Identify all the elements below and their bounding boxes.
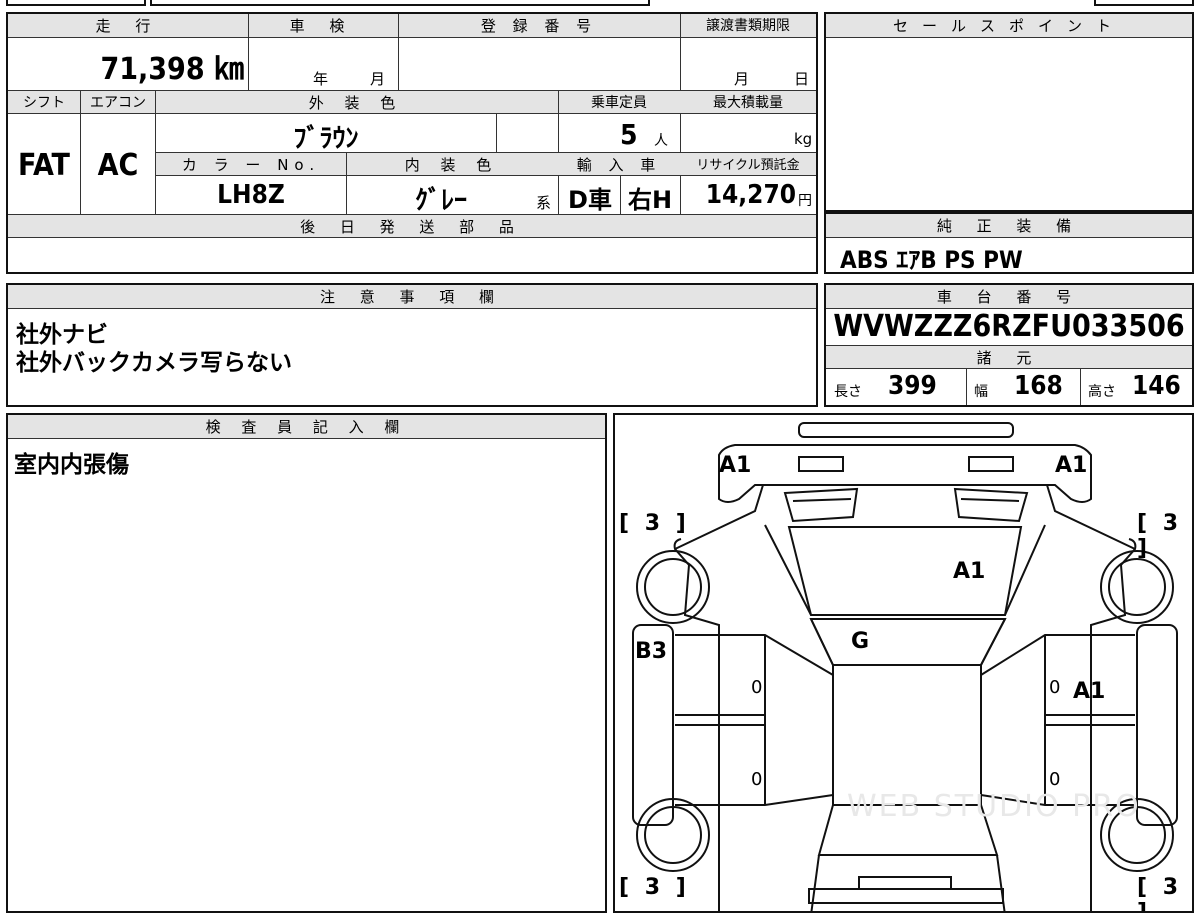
length-value: 399 [888, 371, 937, 401]
tire-rl-value: 3 [644, 875, 665, 900]
notes-block: 注 意 事 項 欄 社外ナビ 社外バックカメラ写らない [6, 283, 818, 407]
tire-fl-value: 3 [644, 511, 665, 536]
shift-value: FAT [18, 148, 70, 183]
inspector-text: 室内内張傷 [14, 452, 129, 478]
vehicle-info-block: 走 行 車 検 登 録 番 号 譲渡書類期限 71,398 ㎞ 年 月 月 日 … [6, 12, 818, 274]
import-value: D車 [568, 186, 612, 214]
mileage-label: 走 行 [95, 17, 161, 35]
width-label: 幅 [974, 384, 988, 400]
capacity-value: 5 [620, 118, 638, 151]
transfer-deadline-label: 譲渡書類期限 [706, 18, 790, 34]
watermark: WEB STUDIO PRO [847, 789, 1141, 824]
damage-front-right: A1 [1055, 453, 1088, 478]
damage-hood: A1 [953, 559, 986, 584]
damage-left-rocker: B3 [635, 639, 668, 664]
recycle-label: リサイクル預託金 [696, 158, 800, 173]
notes-label: 注 意 事 項 欄 [319, 288, 505, 306]
recycle-value: 14,270 [705, 180, 796, 210]
inspector-block: 検 査 員 記 入 欄 室内内張傷 [6, 413, 607, 913]
equipment-label: 純 正 装 備 [936, 217, 1082, 235]
capacity-label: 乗車定員 [591, 95, 647, 111]
tire-rr-value: 3 [1162, 875, 1183, 900]
later-parts-label: 後 日 発 送 部 品 [300, 218, 524, 236]
exterior-color-value: ﾌﾞﾗｳﾝ [293, 124, 359, 154]
registration-label: 登 録 番 号 [480, 17, 598, 35]
chassis-number: WVWZZZ6RZFU033506 [833, 309, 1185, 344]
interior-color-label: 内 装 色 [404, 156, 500, 174]
door-rr-mark: 0 [1049, 769, 1061, 790]
damage-front-left: A1 [719, 453, 752, 478]
top-strip-cell [1094, 0, 1194, 6]
max-load-label: 最大積載量 [713, 95, 783, 111]
door-fr-mark: 0 [1049, 677, 1061, 698]
capacity-unit: 人 [654, 133, 668, 149]
recycle-unit: 円 [798, 193, 812, 209]
car-diagram [632, 422, 1178, 911]
notes-line-2: 社外バックカメラ写らない [16, 350, 292, 376]
transfer-month: 月 [734, 70, 750, 88]
handle-value: 右H [627, 186, 673, 214]
interior-color-value: ｸﾞﾚｰ [414, 186, 467, 216]
height-value: 146 [1132, 371, 1181, 401]
shift-label: シフト [23, 95, 65, 111]
ac-value: AC [97, 148, 139, 183]
door-fl-mark: 0 [751, 677, 763, 698]
shaken-month: 月 [370, 70, 386, 88]
tire-fr-rating: [ 3 ] [1137, 511, 1183, 561]
inspector-label: 検 査 員 記 入 欄 [205, 418, 408, 436]
mileage-value: 71,398 ㎞ [100, 52, 244, 87]
top-strip-cell [150, 0, 650, 6]
color-no-value: LH8Z [217, 180, 285, 210]
damage-windshield: G [851, 629, 870, 654]
spec-label: 諸 元 [976, 349, 1042, 367]
chassis-block: 車 台 番 号 WVWZZZ6RZFU033506 諸 元 長さ 399 幅 1… [824, 283, 1194, 407]
tire-rr-rating: [ 3 ] [1137, 875, 1183, 913]
max-load-unit: kg [794, 130, 813, 148]
height-label: 高さ [1088, 384, 1116, 400]
equipment-value: ABS ｴｱB PS PW [840, 246, 1023, 274]
transfer-day: 日 [794, 70, 810, 88]
tire-fl-rating: [ 3 ] [619, 511, 690, 536]
door-rl-mark: 0 [751, 769, 763, 790]
exterior-color-label: 外 装 色 [308, 94, 404, 112]
sale-point-block: セールスポイント [824, 12, 1194, 212]
tire-rl-rating: [ 3 ] [619, 875, 690, 900]
sale-point-label: セールスポイント [892, 17, 1125, 35]
top-strip-cell [6, 0, 146, 6]
shaken-year: 年 [313, 70, 329, 88]
interior-color-suffix: 系 [536, 194, 552, 212]
shaken-label: 車 検 [289, 17, 355, 35]
car-diagram-block: A1 A1 A1 G B3 A1 0 0 0 0 [ 3 ] [ 3 ] [ 3… [613, 413, 1194, 913]
chassis-label: 車 台 番 号 [936, 288, 1082, 306]
equipment-block: 純 正 装 備 ABS ｴｱB PS PW [824, 212, 1194, 274]
ac-label: エアコン [90, 95, 146, 111]
damage-right-door: A1 [1073, 679, 1106, 704]
import-label: 輸 入 車 [576, 156, 662, 174]
width-value: 168 [1014, 371, 1063, 401]
color-no-label: カ ラ ー No. [181, 156, 321, 174]
tire-fr-value: 3 [1162, 511, 1183, 536]
length-label: 長さ [834, 384, 862, 400]
